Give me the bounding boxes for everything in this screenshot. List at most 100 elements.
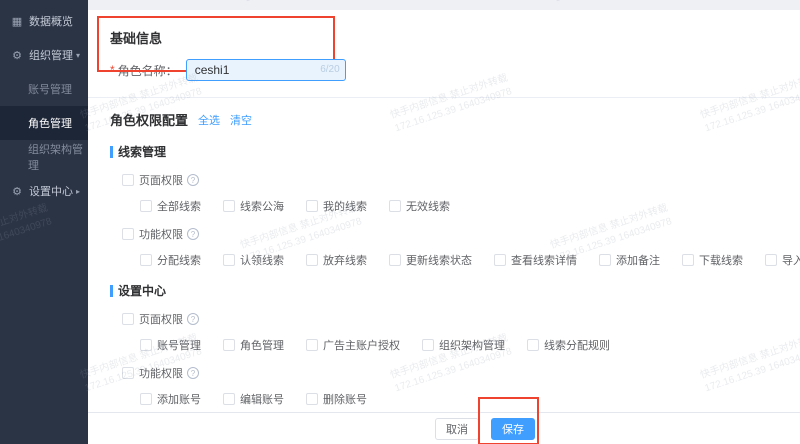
- checkbox[interactable]: [223, 339, 235, 351]
- checkbox[interactable]: [223, 200, 235, 212]
- perm-item: 认领线索: [223, 252, 284, 268]
- perm-subgroup: 功能权限? 分配线索 认领线索 放弃线索 更新线索状态 查看线索详情 添加备注 下载线索 导入线…: [122, 226, 800, 268]
- section-divider: [88, 97, 800, 98]
- perm-item-label: 账号管理: [157, 340, 201, 352]
- checkbox[interactable]: [389, 254, 401, 266]
- perm-item: 放弃线索: [306, 252, 367, 268]
- info-icon[interactable]: ?: [187, 313, 199, 325]
- checkbox[interactable]: [223, 254, 235, 266]
- checkbox[interactable]: [682, 254, 694, 266]
- perm-subgroup: 页面权限? 账号管理 角色管理 广告主账户授权 组织架构管理 线索分配规则: [122, 311, 800, 353]
- sidebar: ▦ 数据概览 ⚙ 组织管理 ▾ 账号管理 角色管理 组织架构管理 ⚙ 设置中心 ▸: [0, 0, 88, 444]
- group-accent-bar: [110, 145, 113, 158]
- checkbox[interactable]: [494, 254, 506, 266]
- sidebar-item-label: 角色管理: [28, 118, 72, 130]
- sidebar-item-label: 设置中心: [29, 186, 73, 198]
- sidebar-item-data-overview[interactable]: ▦ 数据概览: [0, 4, 88, 38]
- perm-item: 下载线索: [682, 252, 743, 268]
- sidebar-item-org-management[interactable]: ⚙ 组织管理 ▾: [0, 38, 88, 72]
- sidebar-item-org-structure[interactable]: 组织架构管理: [0, 140, 88, 174]
- perm-item: 全部线索: [140, 198, 201, 214]
- perm-item: 分配线索: [140, 252, 201, 268]
- perm-item: 组织架构管理: [422, 337, 505, 353]
- perm-group-name: 线索管理: [110, 143, 800, 160]
- perm-group-label: 线索管理: [118, 145, 167, 159]
- perm-item-label: 导入线索: [782, 255, 800, 267]
- perm-item-label: 全部线索: [157, 201, 201, 213]
- select-all-link[interactable]: 全选: [198, 112, 220, 128]
- role-name-field-row: * 角色名称： 6/20: [110, 59, 800, 81]
- checkbox[interactable]: [140, 200, 152, 212]
- cancel-button[interactable]: 取消: [435, 417, 479, 440]
- perm-item: 添加账号: [140, 391, 201, 407]
- checkbox[interactable]: [223, 393, 235, 405]
- perm-item-label: 编辑账号: [240, 394, 284, 406]
- perm-item: 无效线索: [389, 198, 450, 214]
- save-button[interactable]: 保存: [491, 417, 535, 440]
- info-icon[interactable]: ?: [187, 367, 199, 379]
- checkbox[interactable]: [599, 254, 611, 266]
- basic-info-title: 基础信息: [110, 31, 163, 46]
- perm-item: 我的线索: [306, 198, 367, 214]
- checkbox[interactable]: [140, 339, 152, 351]
- perm-item-label: 下载线索: [699, 255, 743, 267]
- perm-item-label: 广告主账户授权: [323, 340, 400, 352]
- perm-item-label: 线索分配规则: [544, 340, 610, 352]
- chevron-icon: ▸: [75, 186, 80, 196]
- save-button-wrap: 保存: [478, 396, 539, 444]
- checkbox[interactable]: [306, 339, 318, 351]
- perm-row: 账号管理 角色管理 广告主账户授权 组织架构管理 线索分配规则: [140, 337, 800, 353]
- permission-groups: 线索管理页面权限? 全部线索 线索公海 我的线索 无效线索功能权限? 分配线索 认领线索 放弃…: [110, 143, 800, 412]
- perm-group: 设置中心 页面权限? 账号管理 角色管理 广告主账户授权 组织架构管理 线索分配规则 功能权限…: [110, 282, 800, 412]
- role-name-label: 角色名称：: [117, 63, 178, 78]
- info-icon[interactable]: ?: [187, 174, 199, 186]
- org-gear-icon: ⚙: [12, 49, 22, 62]
- checkbox[interactable]: [765, 254, 777, 266]
- checkbox[interactable]: [122, 174, 134, 186]
- sidebar-item-settings-center[interactable]: ⚙ 设置中心 ▸: [0, 174, 88, 208]
- perm-item-label: 无效线索: [406, 201, 450, 213]
- sidebar-item-role-management[interactable]: 角色管理: [0, 106, 88, 140]
- perm-subgroup-label: 页面权限: [139, 314, 183, 326]
- checkbox[interactable]: [122, 313, 134, 325]
- checkbox[interactable]: [140, 254, 152, 266]
- checkbox[interactable]: [422, 339, 434, 351]
- required-mark: *: [110, 63, 115, 77]
- main-area: 基础信息 * 角色名称： 6/20 角色权限配置 全选 清空 线索管理页面权限?…: [88, 0, 800, 444]
- perm-item-label: 角色管理: [240, 340, 284, 352]
- footer-bar: 取消 保存: [88, 396, 800, 444]
- checkbox[interactable]: [306, 254, 318, 266]
- checkbox[interactable]: [140, 393, 152, 405]
- perm-item: 导入线索: [765, 252, 800, 268]
- chevron-icon: ▾: [75, 50, 80, 60]
- sidebar-item-label: 账号管理: [28, 84, 72, 96]
- sidebar-item-account-management[interactable]: 账号管理: [0, 72, 88, 106]
- checkbox[interactable]: [306, 200, 318, 212]
- perm-item-label: 我的线索: [323, 201, 367, 213]
- checkbox[interactable]: [122, 228, 134, 240]
- perm-item: 广告主账户授权: [306, 337, 400, 353]
- perm-item-label: 放弃线索: [323, 255, 367, 267]
- perm-item-label: 组织架构管理: [439, 340, 505, 352]
- app-window: ▦ 数据概览 ⚙ 组织管理 ▾ 账号管理 角色管理 组织架构管理 ⚙ 设置中心 ▸ 基础信息 * 角…: [0, 0, 800, 444]
- perm-subgroup-head: 功能权限?: [122, 226, 800, 242]
- perm-subgroup-label: 功能权限: [139, 368, 183, 380]
- checkbox[interactable]: [527, 339, 539, 351]
- checkbox[interactable]: [122, 367, 134, 379]
- perm-item-label: 认领线索: [240, 255, 284, 267]
- perm-item-label: 添加账号: [157, 394, 201, 406]
- sidebar-item-label: 组织架构管理: [28, 144, 83, 172]
- perm-subgroup-head: 页面权限?: [122, 172, 800, 188]
- perm-subgroup-label: 功能权限: [139, 229, 183, 241]
- dashboard-icon: ▦: [11, 15, 23, 28]
- info-icon[interactable]: ?: [187, 228, 199, 240]
- perm-item: 角色管理: [223, 337, 284, 353]
- checkbox[interactable]: [306, 393, 318, 405]
- perm-item: 更新线索状态: [389, 252, 472, 268]
- perm-rows: 全部线索 线索公海 我的线索 无效线索: [140, 198, 800, 214]
- perm-subgroup-head: 功能权限?: [122, 365, 800, 381]
- checkbox[interactable]: [389, 200, 401, 212]
- perm-item: 删除账号: [306, 391, 367, 407]
- clear-link[interactable]: 清空: [230, 112, 252, 128]
- perm-item-label: 线索公海: [240, 201, 284, 213]
